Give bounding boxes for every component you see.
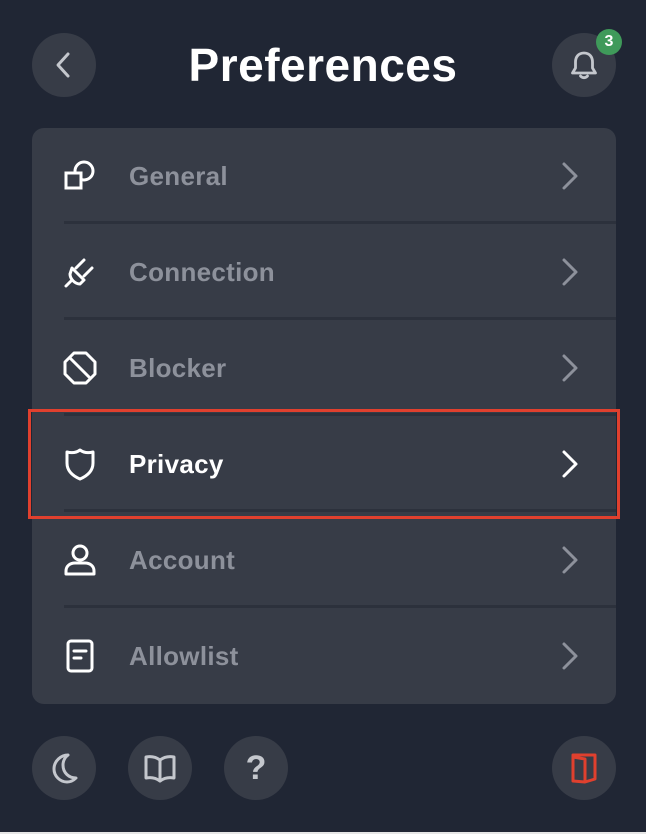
menu-item-privacy[interactable]: Privacy bbox=[32, 416, 616, 512]
brand-logo-button[interactable] bbox=[552, 736, 616, 800]
bell-icon bbox=[571, 51, 597, 80]
page-title: Preferences bbox=[188, 39, 458, 91]
chevron-left-icon bbox=[56, 52, 70, 78]
chevron-right-icon bbox=[562, 162, 578, 190]
menu-item-label: Allowlist bbox=[129, 640, 239, 671]
preferences-menu: General Connection Blocker Privacy Accou… bbox=[32, 128, 616, 704]
menu-item-label: Privacy bbox=[129, 448, 224, 479]
menu-item-allowlist[interactable]: Allowlist bbox=[32, 608, 616, 704]
menu-item-label: Account bbox=[129, 544, 236, 575]
menu-item-blocker[interactable]: Blocker bbox=[32, 320, 616, 416]
document-list-icon bbox=[62, 638, 98, 674]
chevron-right-icon bbox=[562, 450, 578, 478]
plug-icon bbox=[62, 254, 98, 290]
user-icon bbox=[62, 542, 98, 578]
preferences-screen: Preferences 3 General Connection Blocker… bbox=[0, 0, 646, 834]
general-shapes-icon bbox=[62, 158, 98, 194]
notification-count-badge: 3 bbox=[596, 29, 622, 55]
docs-button[interactable] bbox=[128, 736, 192, 800]
menu-item-general[interactable]: General bbox=[32, 128, 616, 224]
back-button[interactable] bbox=[32, 33, 96, 97]
moon-icon bbox=[52, 753, 78, 784]
menu-item-label: Connection bbox=[129, 256, 275, 287]
dark-mode-button[interactable] bbox=[32, 736, 96, 800]
brand-logo-icon bbox=[571, 753, 597, 784]
block-icon bbox=[62, 350, 98, 386]
menu-item-label: General bbox=[129, 160, 228, 191]
book-icon bbox=[144, 755, 176, 783]
chevron-right-icon bbox=[562, 546, 578, 574]
help-button[interactable]: ? bbox=[224, 736, 288, 800]
menu-item-account[interactable]: Account bbox=[32, 512, 616, 608]
menu-item-connection[interactable]: Connection bbox=[32, 224, 616, 320]
shield-icon bbox=[62, 446, 98, 482]
chevron-right-icon bbox=[562, 258, 578, 286]
chevron-right-icon bbox=[562, 642, 578, 670]
question-mark-icon: ? bbox=[245, 749, 267, 787]
menu-item-label: Blocker bbox=[129, 352, 227, 383]
chevron-right-icon bbox=[562, 354, 578, 382]
